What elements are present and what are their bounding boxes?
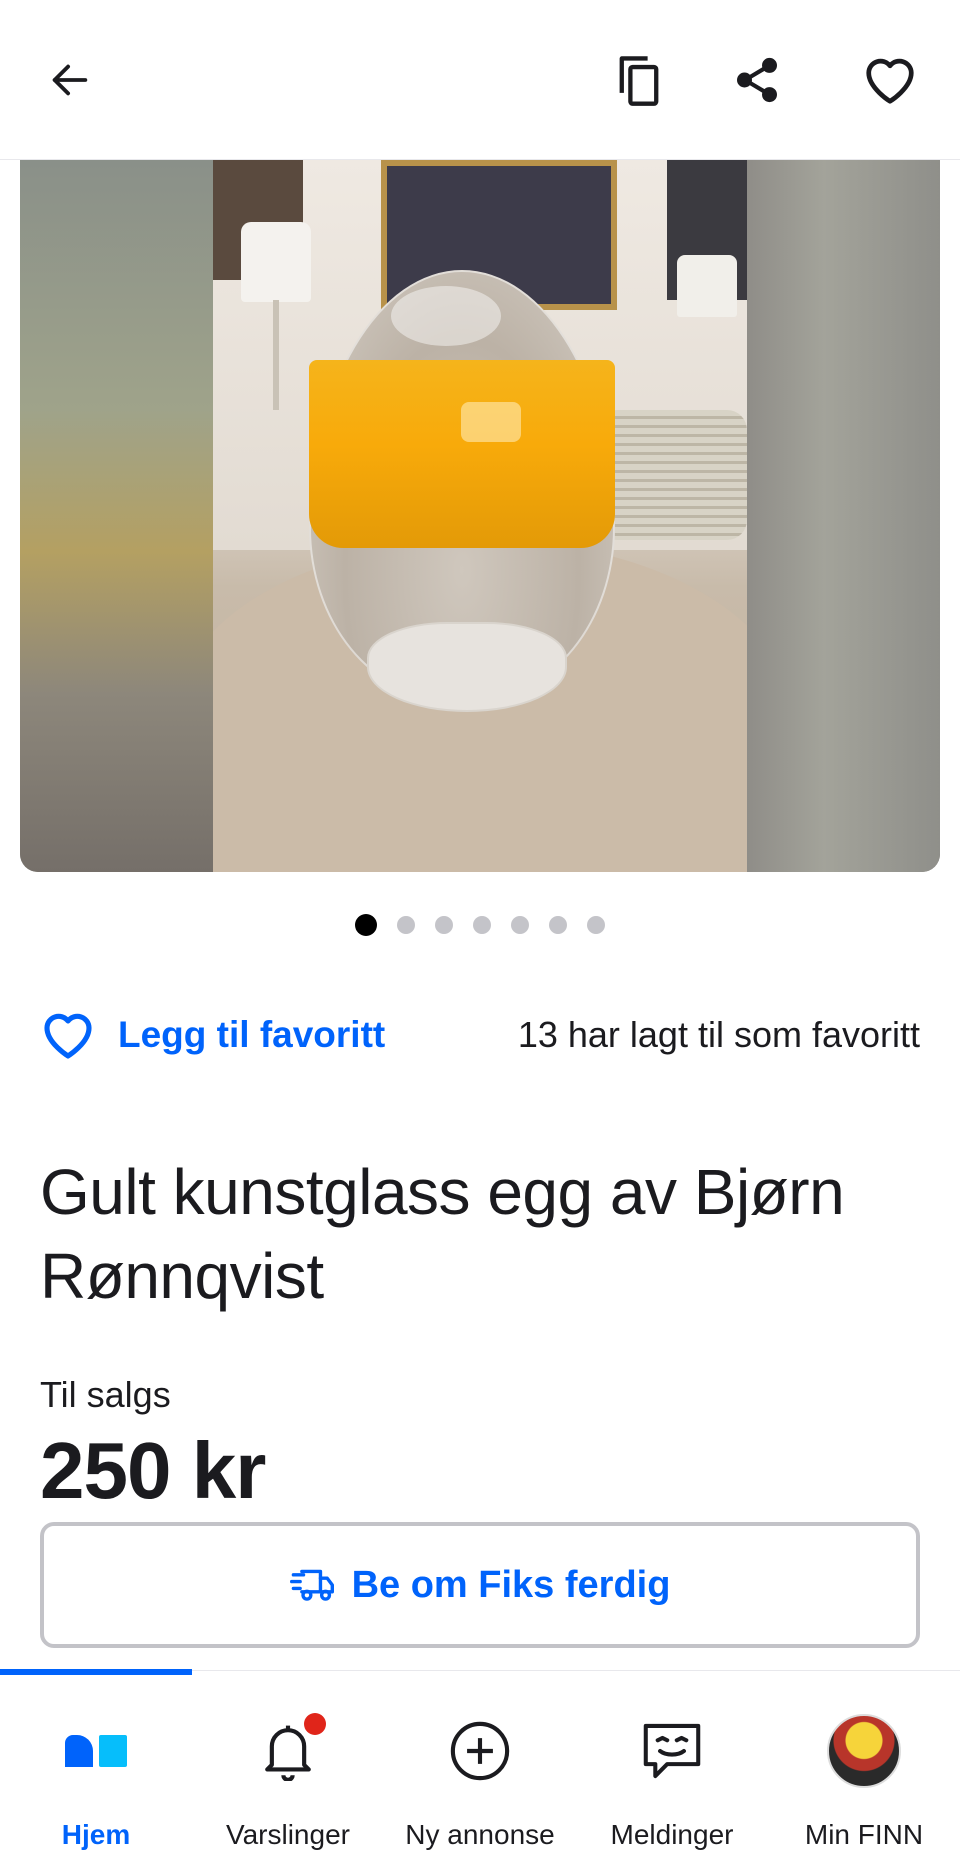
delivery-truck-icon (289, 1569, 334, 1601)
sale-type-label: Til salgs (40, 1374, 171, 1415)
copy-icon (619, 56, 659, 106)
favorite-count: 13 har lagt til som favoritt (517, 1014, 920, 1055)
gallery-dot[interactable] (511, 916, 529, 934)
back-button[interactable] (30, 40, 110, 120)
nav-new-ad[interactable]: Ny annonse (384, 1671, 576, 1872)
arrow-left-icon (52, 64, 88, 96)
share-button[interactable] (717, 40, 797, 120)
gallery-dot[interactable] (587, 916, 605, 934)
favorite-row: Legg til favoritt 13 har lagt til som fa… (40, 1000, 920, 1070)
avatar (827, 1714, 901, 1788)
fiks-ferdig-label: Be om Fiks ferdig (351, 1563, 671, 1606)
plus-circle-icon (450, 1721, 510, 1781)
nav-notifications-label: Varslinger (226, 1819, 350, 1850)
gallery-dot[interactable] (397, 916, 415, 934)
nav-home-label: Hjem (61, 1819, 131, 1850)
nav-new-ad-label: Ny annonse (405, 1819, 555, 1850)
listing-price: 250 kr (40, 1426, 266, 1515)
notification-badge (304, 1713, 326, 1735)
add-favorite-label: Legg til favoritt (118, 1014, 386, 1055)
heart-outline-icon (44, 1013, 92, 1059)
heart-outline-icon (866, 58, 914, 104)
top-app-bar (0, 0, 960, 160)
gallery-pagination (0, 914, 960, 936)
nav-my-finn-label: Min FINN (804, 1819, 924, 1850)
bottom-navigation: Hjem Varslinger Ny annonse Meldinger Min… (0, 1669, 960, 1872)
nav-notifications[interactable]: Varslinger (192, 1671, 384, 1872)
nav-messages-label: Meldinger (610, 1819, 734, 1850)
add-favorite-link[interactable]: Legg til favoritt (40, 1009, 385, 1061)
gallery-dot[interactable] (355, 914, 377, 936)
image-gallery[interactable] (20, 160, 940, 872)
listing-photo[interactable] (213, 160, 747, 872)
gallery-dot[interactable] (435, 916, 453, 934)
nav-my-finn[interactable]: Min FINN (768, 1671, 960, 1872)
share-icon (737, 57, 777, 103)
gallery-blur-left (20, 160, 213, 872)
gallery-dot[interactable] (549, 916, 567, 934)
gallery-dot[interactable] (473, 916, 491, 934)
home-icon (65, 1735, 127, 1767)
listing-title: Gult kunstglass egg av Bjørn Rønnqvist (40, 1156, 845, 1312)
gallery-blur-right (747, 160, 940, 872)
fiks-ferdig-button[interactable]: Be om Fiks ferdig (40, 1522, 920, 1648)
chat-icon (643, 1723, 701, 1779)
copy-link-button[interactable] (599, 40, 679, 120)
favorite-button[interactable] (850, 40, 930, 120)
nav-messages[interactable]: Meldinger (576, 1671, 768, 1872)
nav-home[interactable]: Hjem (0, 1671, 192, 1872)
